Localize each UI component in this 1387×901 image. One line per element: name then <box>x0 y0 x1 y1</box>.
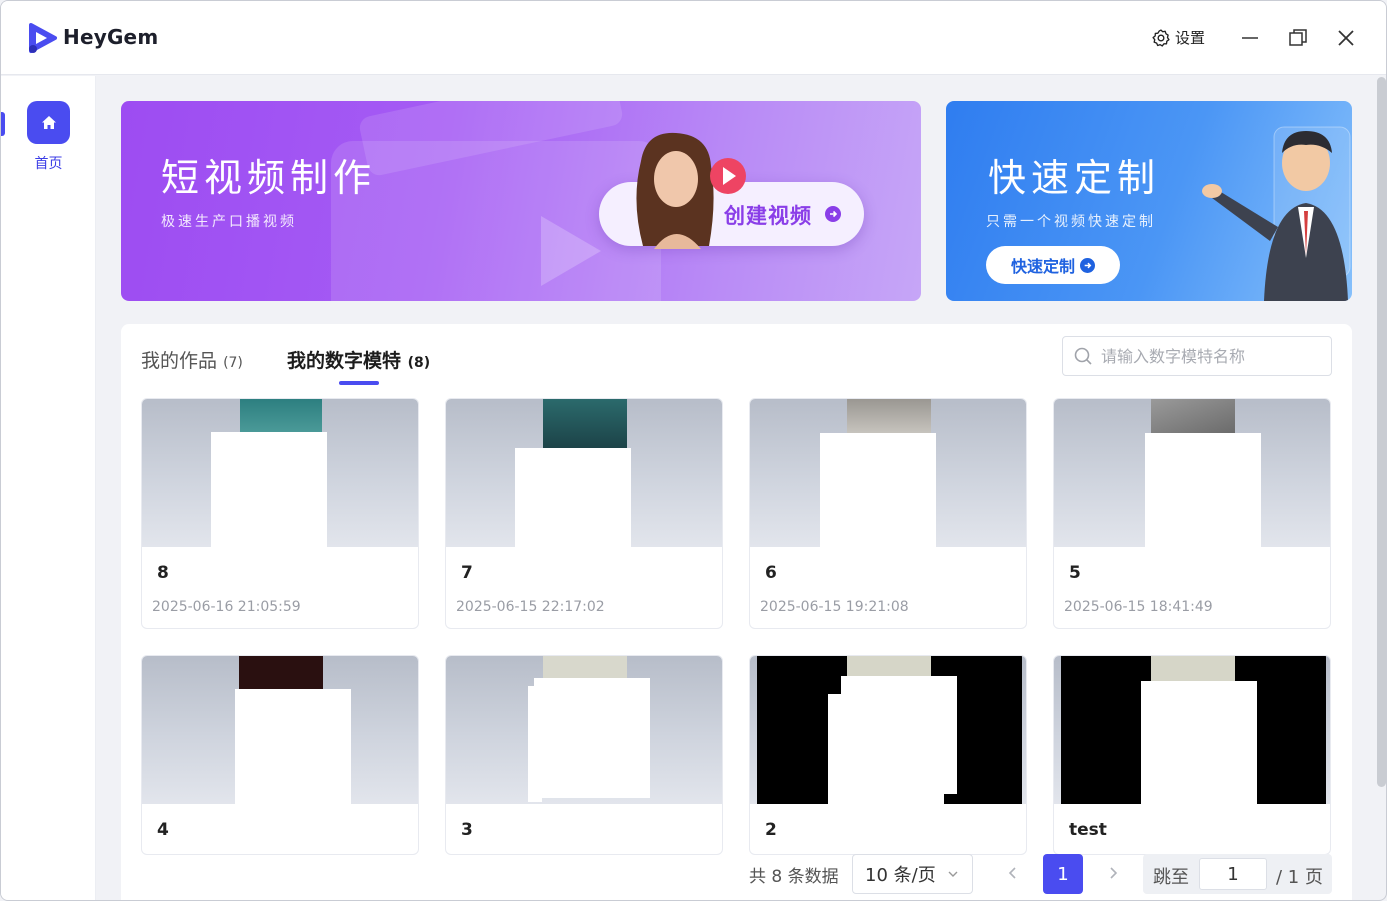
model-name: 2 <box>765 820 777 840</box>
model-thumbnail <box>1054 399 1330 547</box>
app-window: HeyGem 设置 首页 短视频制作 极速生产口播视频 创建视频 快速定制 只需… <box>0 0 1387 901</box>
model-name: 5 <box>1069 563 1081 583</box>
play-icon <box>710 158 746 194</box>
home-label[interactable]: 首页 <box>1 153 96 173</box>
page-size-select[interactable]: 10 条/页 <box>852 854 973 894</box>
model-date: 2025-06-15 18:41:49 <box>1064 599 1213 615</box>
model-card[interactable]: 5 2025-06-15 18:41:49 <box>1053 398 1331 629</box>
search-box[interactable] <box>1062 336 1332 376</box>
model-thumbnail <box>750 656 1026 804</box>
active-indicator <box>1 112 5 136</box>
minimize-icon[interactable] <box>1239 27 1261 49</box>
vertical-scrollbar[interactable] <box>1377 77 1386 787</box>
settings-button[interactable]: 设置 <box>1151 27 1205 48</box>
model-name: 4 <box>157 820 169 840</box>
title-bar: HeyGem 设置 <box>1 1 1386 75</box>
model-thumbnail <box>1054 656 1330 804</box>
model-name: test <box>1069 820 1107 840</box>
quick-customize-label: 快速定制 <box>1010 257 1075 276</box>
banner-title: 短视频制作 <box>161 156 377 200</box>
sidebar: 首页 <box>1 76 96 900</box>
model-card[interactable]: test <box>1053 655 1331 855</box>
model-card[interactable]: 8 2025-06-16 21:05:59 <box>141 398 419 629</box>
banner-subtitle: 极速生产口播视频 <box>161 214 297 230</box>
model-thumbnail <box>750 399 1026 547</box>
model-card[interactable]: 3 <box>445 655 723 855</box>
jump-label: 跳至 <box>1153 867 1189 888</box>
businessman-illustration <box>1202 126 1351 301</box>
model-name: 6 <box>765 563 777 583</box>
model-name: 3 <box>461 820 473 840</box>
page-number-button[interactable]: 1 <box>1043 854 1083 894</box>
search-icon <box>1074 347 1092 365</box>
active-tab-underline <box>339 381 379 385</box>
model-thumbnail <box>446 399 722 547</box>
model-date: 2025-06-15 19:21:08 <box>760 599 909 615</box>
jump-page-input[interactable] <box>1199 858 1267 890</box>
banner-subtitle: 只需一个视频快速定制 <box>986 214 1156 230</box>
arrow-right-circle-icon <box>825 206 841 222</box>
tab-count: (7) <box>223 355 243 371</box>
tab-my-works[interactable]: 我的作品 (7) <box>141 346 243 373</box>
model-name: 7 <box>461 563 473 583</box>
app-name: HeyGem <box>63 25 159 49</box>
home-icon <box>41 115 56 129</box>
model-thumbnail <box>142 656 418 804</box>
tab-label: 我的作品 <box>141 350 218 372</box>
model-card[interactable]: 7 2025-06-15 22:17:02 <box>445 398 723 629</box>
model-thumbnail <box>142 399 418 547</box>
banner-title: 快速定制 <box>988 156 1161 200</box>
model-card[interactable]: 2 <box>749 655 1027 855</box>
chevron-down-icon <box>948 871 958 877</box>
heygem-logo-icon <box>29 23 57 53</box>
gear-icon <box>1152 28 1170 47</box>
model-card[interactable]: 4 <box>141 655 419 855</box>
pagination-total: 共 8 条数据 <box>749 867 839 887</box>
close-icon[interactable] <box>1335 27 1357 49</box>
restore-icon[interactable] <box>1287 27 1309 49</box>
model-thumbnail <box>446 656 722 804</box>
model-date: 2025-06-16 21:05:59 <box>152 599 301 615</box>
page-jumper: 跳至 / 1 页 <box>1143 854 1332 894</box>
model-card[interactable]: 6 2025-06-15 19:21:08 <box>749 398 1027 629</box>
home-button[interactable] <box>27 101 70 144</box>
total-pages-label: / 1 页 <box>1276 867 1323 888</box>
settings-label: 设置 <box>1175 29 1206 47</box>
arrow-right-circle-icon <box>1080 257 1095 273</box>
tab-my-digital-models[interactable]: 我的数字模特 (8) <box>287 346 430 373</box>
quick-customize-button[interactable]: 快速定制 <box>986 246 1120 284</box>
model-date: 2025-06-15 22:17:02 <box>456 599 605 615</box>
page-size-value: 10 条/页 <box>865 865 936 886</box>
tab-label: 我的数字模特 <box>287 350 402 372</box>
create-video-label: 创建视频 <box>724 204 812 228</box>
tab-count: (8) <box>407 355 431 371</box>
search-input[interactable] <box>1101 346 1321 366</box>
model-name: 8 <box>157 563 169 583</box>
quick-customize-banner[interactable]: 快速定制 只需一个视频快速定制 快速定制 <box>946 101 1352 301</box>
chevron-right-icon[interactable] <box>1103 863 1123 883</box>
chevron-left-icon[interactable] <box>1003 863 1023 883</box>
short-video-banner[interactable]: 短视频制作 极速生产口播视频 创建视频 <box>121 101 921 301</box>
